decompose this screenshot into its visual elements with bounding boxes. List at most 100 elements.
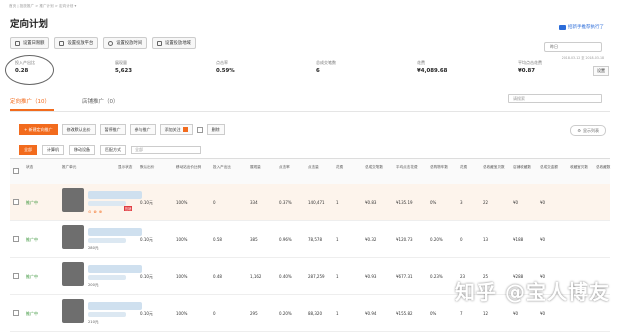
table-header: 状态 推广单元 显示状态 默认出价 移动站出价比例 投入产出比 展现量 点击率 … [10,158,610,185]
filter-match[interactable]: 匹配方式 [100,145,126,155]
modify-bid-button[interactable]: 修改默认出价 [61,124,96,135]
cell-ctr: 0.37% [279,200,292,205]
col-clicks[interactable]: 点击量 [308,165,319,170]
cell-fav: 0.23% [430,274,443,279]
column-settings-button[interactable]: ⚙ 显示列表 [570,125,606,136]
cell-shows: 385 [250,237,258,242]
cell-status[interactable]: 推广中 [26,311,38,317]
col-bid[interactable]: 默认出价 [140,165,154,170]
col-cpc[interactable]: 平均点击花费 [396,165,424,170]
product-name[interactable] [88,265,142,273]
filter-select[interactable]: 全部 [131,146,201,154]
cell-d: ¥188 [513,237,524,242]
tab-targeted[interactable]: 定向推广（10） [10,97,50,105]
cell-c: 13 [483,237,489,242]
cell-clicks: 88,320 [308,311,322,316]
cell-cost: ¥0.94 [365,311,377,316]
col-total-fav[interactable]: 总收藏数 [596,165,610,170]
pause-button[interactable]: 暂停推广 [99,124,126,135]
cell-cart: ¥155.82 [396,311,413,316]
row-checkbox[interactable] [13,273,19,279]
col-cart[interactable]: 总购物车数 [430,165,448,170]
help-link[interactable]: 招新手推荐执行了 [559,24,604,30]
cell-roi: 0 [213,200,216,205]
filter-computer[interactable]: 计算机 [42,145,64,155]
toolbar-checkbox[interactable] [196,126,203,133]
cell-a: 1 [336,200,339,205]
set-daily-budget-button[interactable]: 设置日限额 [10,37,50,49]
cell-clicks: 78,578 [308,237,322,242]
cell-cart: ¥677.31 [396,274,413,279]
cell-clicks: 287,259 [308,274,325,279]
platform-icon [59,40,65,46]
metric-cpc: 平均点击花费 ¥0.87 [518,60,542,74]
product-subtitle [88,238,126,243]
product-thumbnail[interactable] [62,262,84,286]
table-row[interactable]: 280元 推广中 0.10元 100% 0.58 385 0.96% 78,578 1 ¥0.32… [10,221,610,258]
set-platform-button[interactable]: 设置投放平台 [54,37,99,49]
tab-store[interactable]: 店铺推广（0） [82,97,119,105]
cell-a: 1 [336,311,339,316]
cell-cart: ¥135.19 [396,200,413,205]
status-badge: 热销 [124,206,133,211]
col-shop-fav[interactable]: 店铺收藏数 [513,165,531,170]
cell-bid: 0.10元 [140,311,153,316]
join-button[interactable]: 参与推广 [129,124,156,135]
row-action-icons[interactable]: ⊙⊗⊕ [88,209,104,214]
row-checkbox[interactable] [13,199,19,205]
cell-e: ¥0 [540,237,546,242]
date-select[interactable]: 昨日 [544,42,602,52]
product-name[interactable] [88,191,142,199]
cell-e: ¥0 [540,200,546,205]
product-name[interactable] [88,228,142,236]
col-amount[interactable]: 总成交金额 [540,165,566,170]
product-thumbnail[interactable] [62,188,84,212]
cell-ctr: 0.96% [279,237,292,242]
new-targeted-button[interactable]: + 新建定向推广 [19,124,58,135]
settings-button[interactable]: 设置 [593,66,609,76]
cell-status[interactable]: 推广中 [26,237,38,243]
select-all-checkbox[interactable] [13,168,19,174]
delete-button[interactable]: 删除 [206,124,225,135]
cell-e: ¥0 [540,311,546,316]
cell-ctr: 0.40% [279,274,292,279]
col-fav[interactable]: 收藏宝贝数 [570,165,588,170]
cell-shows: 334 [250,200,258,205]
product-name[interactable] [88,302,142,310]
product-subtitle [88,275,126,280]
product-thumbnail[interactable] [62,225,84,249]
col-display[interactable]: 显示状态 [118,165,132,170]
breadcrumb[interactable]: 首页 | 投放推广 > 推广计划 > 定向计划 ▾ [9,4,76,9]
product-thumbnail[interactable] [62,299,84,323]
cell-b: 0 [460,237,463,242]
cell-fav: 0.20% [430,237,443,242]
cell-status[interactable]: 推广中 [26,200,38,206]
col-shows[interactable]: 展现量 [250,165,261,170]
cell-b: 3 [460,200,463,205]
cell-cost: ¥0.32 [365,237,377,242]
table-row[interactable]: ⊙⊗⊕ 热销 推广中 0.10元 100% 0 334 0.37% 140,471 1 ¥0.83 ¥… [10,184,610,221]
col-unit[interactable]: 推广单元 [62,165,76,170]
metric-orders: 总成交笔数 6 [316,60,336,74]
filter-all[interactable]: 全部 [19,145,37,155]
filter-mobile[interactable]: 移动设备 [69,145,95,155]
cell-d: ¥0 [513,200,519,205]
col-ctr[interactable]: 点击率 [279,165,290,170]
col-orders[interactable]: 总成交笔数 [365,165,383,170]
col-ratio[interactable]: 移动站出价比例 [176,165,202,170]
row-checkbox[interactable] [13,236,19,242]
col-cost2[interactable]: 花费 [460,165,467,170]
col-cost[interactable]: 花费 [336,165,343,170]
set-time-button[interactable]: 设置投放时间 [103,37,148,49]
add-follow-button[interactable]: 添加关注 [159,124,193,135]
cell-status[interactable]: 推广中 [26,274,38,280]
col-fav-items[interactable]: 总收藏宝贝数 [483,165,505,170]
search-input[interactable]: 请搜索 [508,94,602,103]
cell-shows: 295 [250,311,258,316]
page-title: 定向计划 [10,19,49,30]
follow-icon [182,127,188,132]
col-status[interactable]: 状态 [26,165,33,170]
row-checkbox[interactable] [13,310,19,316]
col-roi[interactable]: 投入产出比 [213,165,231,170]
set-region-button[interactable]: 设置投放地域 [152,37,196,49]
